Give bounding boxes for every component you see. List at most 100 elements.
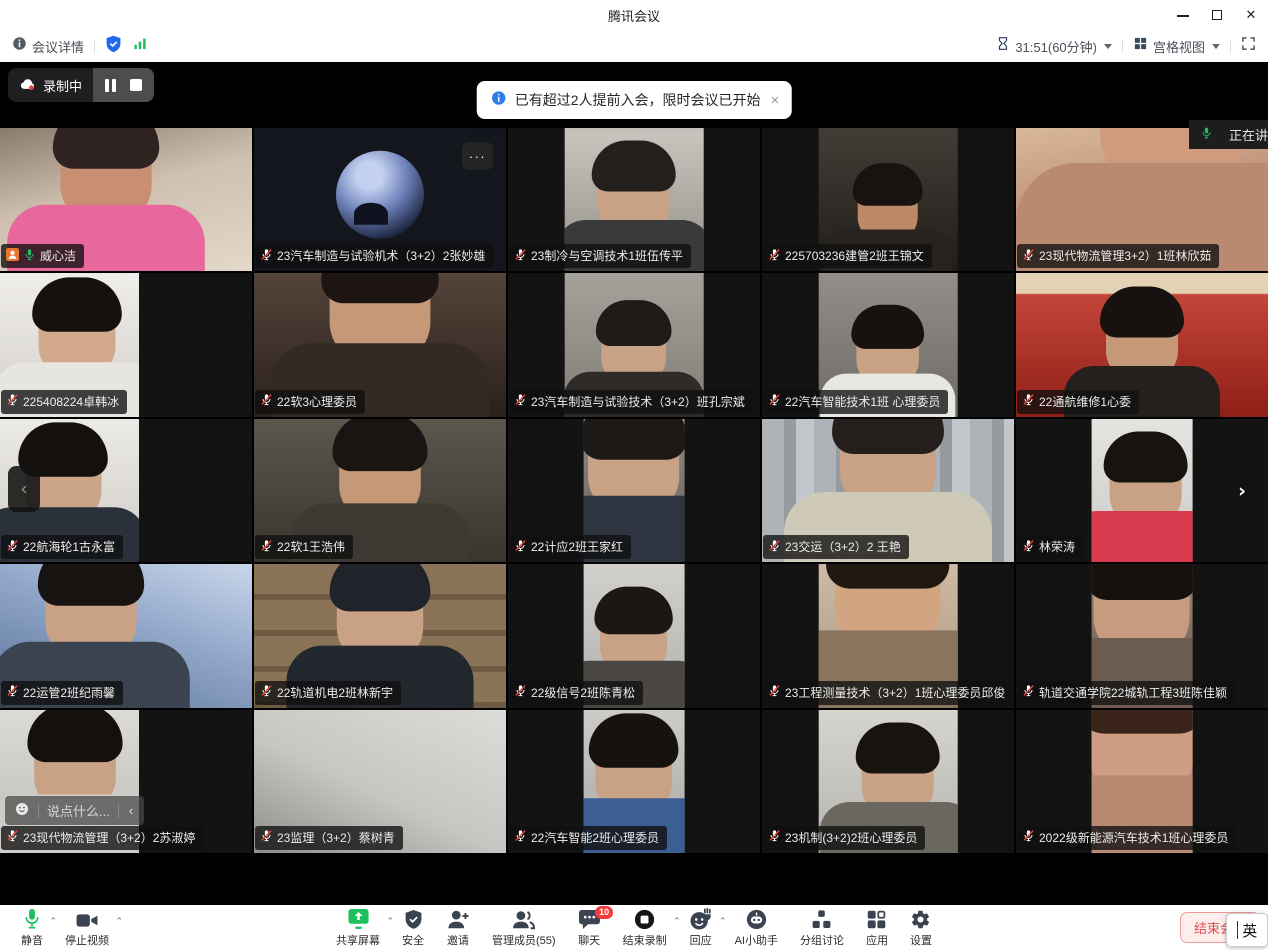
hourglass-icon bbox=[996, 36, 1010, 56]
previous-page-button[interactable]: ‹ bbox=[8, 466, 40, 512]
participant-label: 22汽车智能技术1班 心理委员 bbox=[763, 390, 948, 414]
share-screen-button[interactable]: 共享屏幕⌃ bbox=[325, 905, 391, 950]
profile-avatar bbox=[336, 150, 424, 238]
mic-muted-icon bbox=[260, 248, 273, 264]
meeting-header: 会议详情 31:51(60分钟) 宫格视图 bbox=[0, 30, 1268, 62]
participant-name: 23机制(3+2)2班心理委员 bbox=[785, 829, 917, 846]
ai-assistant-button[interactable]: AI小助手 bbox=[724, 905, 789, 950]
video-tile[interactable]: 22级信号2班陈青松 bbox=[508, 564, 760, 707]
participant-name: 22轨道机电2班林新宇 bbox=[277, 684, 393, 701]
breakout-button[interactable]: 分组讨论 bbox=[789, 905, 855, 950]
participant-name: 23汽车制造与试验技术（3+2）班孔宗斌 bbox=[531, 393, 745, 410]
members-icon bbox=[511, 907, 536, 930]
video-tile[interactable]: 22软3心理委员 bbox=[254, 273, 506, 416]
quick-chat-bar[interactable]: 说点什么... ‹ bbox=[5, 796, 144, 825]
divider bbox=[94, 39, 95, 53]
view-mode-selector[interactable]: 宫格视图 bbox=[1133, 36, 1220, 56]
video-tile[interactable]: 23汽车制造与试验技术（3+2）班孔宗斌 bbox=[508, 273, 760, 416]
settings-button[interactable]: 设置 bbox=[899, 905, 943, 950]
participant-label: 22软3心理委员 bbox=[255, 390, 365, 414]
mic-muted-icon bbox=[1022, 393, 1035, 409]
stop-recording-button[interactable] bbox=[130, 79, 142, 91]
chevron-up-icon[interactable]: ⌃ bbox=[115, 916, 123, 927]
recording-indicator: 录制中 bbox=[8, 68, 154, 102]
mic-muted-icon bbox=[1022, 829, 1035, 845]
gear-icon bbox=[910, 907, 931, 930]
security-shield-icon[interactable] bbox=[105, 35, 122, 58]
participant-name: 225703236建管2班王锦文 bbox=[785, 247, 924, 264]
participant-name: 22软1王浩伟 bbox=[277, 538, 345, 555]
video-tile[interactable]: 23工程测量技术（3+2）1班心理委员邱俊 bbox=[762, 564, 1014, 707]
apps-button[interactable]: 应用 bbox=[855, 905, 899, 950]
video-tile[interactable]: 22通航维修1心委 bbox=[1016, 273, 1268, 416]
mic-muted-icon bbox=[260, 684, 273, 700]
participant-name: 225408224卓韩冰 bbox=[23, 393, 119, 410]
stop-record-button[interactable]: 结束录制⌃ bbox=[612, 905, 678, 950]
participant-label: 23现代物流管理（3+2）2苏淑婷 bbox=[1, 826, 203, 850]
apps-icon bbox=[866, 907, 887, 930]
video-tile[interactable]: 23机制(3+2)2班心理委员 bbox=[762, 710, 1014, 853]
collapse-chat-icon[interactable]: ‹ bbox=[127, 803, 135, 818]
participant-name: 轨道交通学院22城轨工程3班陈佳颖 bbox=[1039, 684, 1227, 701]
participant-label: 23机制(3+2)2班心理委员 bbox=[763, 826, 925, 850]
participant-name: 22级信号2班陈青松 bbox=[531, 684, 635, 701]
video-tile[interactable]: 225703236建管2班王锦文 bbox=[762, 128, 1014, 271]
close-button[interactable]: ✕ bbox=[1244, 8, 1258, 22]
pause-recording-button[interactable] bbox=[105, 79, 116, 92]
chat-input-placeholder[interactable]: 说点什么... bbox=[47, 801, 110, 820]
mic-muted-icon bbox=[768, 829, 781, 845]
video-tile[interactable]: 225408224卓韩冰 bbox=[0, 273, 252, 416]
meeting-timer[interactable]: 31:51(60分钟) bbox=[996, 36, 1112, 56]
participant-label: 22汽车智能2班心理委员 bbox=[509, 826, 667, 850]
stop-video-button[interactable]: 停止视频⌃ bbox=[54, 905, 120, 950]
person-silhouette bbox=[1092, 439, 1193, 562]
shield-icon bbox=[404, 907, 423, 930]
video-tile[interactable]: 23监理（3+2）蔡树青 bbox=[254, 710, 506, 853]
mic-muted-icon bbox=[260, 829, 273, 845]
video-tile[interactable]: 22计应2班王家红 bbox=[508, 419, 760, 562]
react-button[interactable]: 回应⌃ bbox=[678, 905, 724, 950]
emoji-icon[interactable] bbox=[14, 801, 30, 820]
maximize-button[interactable] bbox=[1210, 8, 1224, 22]
video-tile[interactable]: 23制冷与空调技术1班伍传平 bbox=[508, 128, 760, 271]
video-tile[interactable]: 威心洁 bbox=[0, 128, 252, 271]
video-tile[interactable]: ···23汽车制造与试验机术（3+2）2张妙雄 bbox=[254, 128, 506, 271]
video-tile[interactable]: 22汽车智能技术1班 心理委员 bbox=[762, 273, 1014, 416]
participant-label: 2022级新能源汽车技术1班心理委员 bbox=[1017, 826, 1236, 850]
mic-muted-icon bbox=[514, 829, 527, 845]
video-tile[interactable]: 轨道交通学院22城轨工程3班陈佳颖 bbox=[1016, 564, 1268, 707]
security-button[interactable]: 安全 bbox=[391, 905, 435, 950]
video-tile[interactable]: 23现代物流管理3+2）1班林欣茹 bbox=[1016, 128, 1268, 271]
participant-name: 林荣涛 bbox=[1039, 538, 1075, 555]
timer-label: 31:51(60分钟) bbox=[1015, 37, 1097, 56]
video-tile[interactable]: 22轨道机电2班林新宇 bbox=[254, 564, 506, 707]
banner-text: 已有超过2人提前入会，限时会议已开始 bbox=[515, 90, 761, 110]
chat-button[interactable]: 聊天10 bbox=[567, 905, 612, 950]
participant-name: 23交运（3+2）2 王艳 bbox=[785, 538, 901, 555]
next-page-button[interactable]: › bbox=[1226, 468, 1258, 514]
mute-button[interactable]: 静音⌃ bbox=[10, 905, 54, 950]
network-signal-icon[interactable] bbox=[132, 36, 148, 56]
participant-name: 22通航维修1心委 bbox=[1039, 393, 1131, 410]
breakout-icon bbox=[811, 907, 832, 930]
participant-name: 22计应2班王家红 bbox=[531, 538, 623, 555]
banner-close-icon[interactable]: × bbox=[769, 92, 782, 109]
meeting-details-button[interactable]: 会议详情 bbox=[12, 36, 84, 56]
video-tile[interactable]: 23交运（3+2）2 王艳 bbox=[762, 419, 1014, 562]
minimize-button[interactable] bbox=[1176, 8, 1190, 22]
video-tile[interactable]: 23现代物流管理（3+2）2苏淑婷 bbox=[0, 710, 252, 853]
members-button[interactable]: 管理成员(55) bbox=[481, 905, 567, 950]
fullscreen-icon[interactable] bbox=[1241, 36, 1256, 56]
ime-indicator: 英 bbox=[1226, 913, 1268, 947]
invite-button[interactable]: 邀请 bbox=[435, 905, 481, 950]
video-tile[interactable]: 2022级新能源汽车技术1班心理委员 bbox=[1016, 710, 1268, 853]
mic-muted-icon bbox=[260, 539, 273, 555]
chevron-down-icon bbox=[1212, 44, 1220, 49]
video-tile[interactable]: 22软1王浩伟 bbox=[254, 419, 506, 562]
participant-name: 22航海轮1古永富 bbox=[23, 538, 115, 555]
participant-label: 23汽车制造与试验技术（3+2）班孔宗斌 bbox=[509, 390, 753, 414]
video-tile[interactable]: 22汽车智能2班心理委员 bbox=[508, 710, 760, 853]
toolbar-center-group: 共享屏幕⌃安全邀请管理成员(55)聊天10结束录制⌃回应⌃AI小助手分组讨论应用… bbox=[325, 905, 943, 950]
more-options-button[interactable]: ··· bbox=[462, 142, 493, 170]
video-tile[interactable]: 22运管2班纪雨馨 bbox=[0, 564, 252, 707]
